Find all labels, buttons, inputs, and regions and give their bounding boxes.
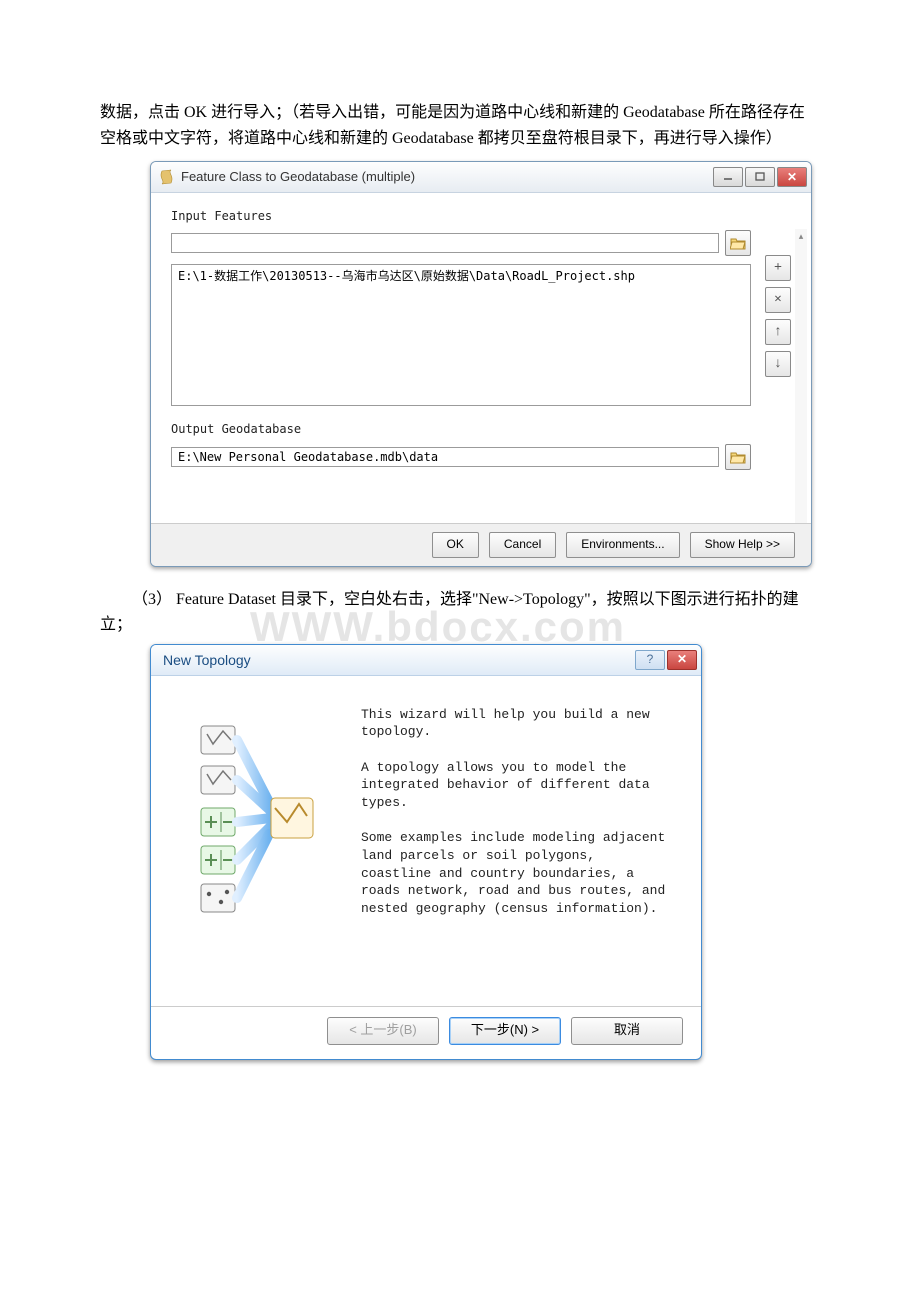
show-help-button[interactable]: Show Help >> xyxy=(690,532,795,558)
wizard-text-3: Some examples include modeling adjacent … xyxy=(361,829,671,917)
scrollbar[interactable]: ▴ xyxy=(795,229,807,525)
cancel-button[interactable]: Cancel xyxy=(489,532,556,558)
feature-class-dialog: Feature Class to Geodatabase (multiple) … xyxy=(150,161,812,566)
remove-button[interactable]: × xyxy=(765,287,791,313)
new-topology-dialog: New Topology ? ✕ xyxy=(150,644,702,1060)
add-button[interactable]: + xyxy=(765,255,791,281)
dialog1-titlebar: Feature Class to Geodatabase (multiple) … xyxy=(151,162,811,193)
move-up-button[interactable]: ↑ xyxy=(765,319,791,345)
minimize-button[interactable] xyxy=(713,167,743,187)
move-down-button[interactable]: ↓ xyxy=(765,351,791,377)
close-button[interactable]: ✕ xyxy=(667,650,697,670)
doc-paragraph-1: 数据，点击 OK 进行导入；（若导入出错，可能是因为道路中心线和新建的 Geod… xyxy=(100,100,820,151)
ok-button[interactable]: OK xyxy=(432,532,479,558)
dialog2-title: New Topology xyxy=(163,649,251,671)
dialog1-title: Feature Class to Geodatabase (multiple) xyxy=(181,167,415,188)
app-icon xyxy=(159,169,175,185)
wizard-text-1: This wizard will help you build a new to… xyxy=(361,706,671,741)
wizard-graphic xyxy=(151,676,351,1006)
help-button[interactable]: ? xyxy=(635,650,665,670)
dialog2-titlebar: New Topology ? ✕ xyxy=(151,645,701,676)
wizard-text-2: A topology allows you to model the integ… xyxy=(361,759,671,812)
output-geodatabase-label: Output Geodatabase xyxy=(171,420,791,439)
input-features-label: Input Features xyxy=(171,207,791,226)
output-geodatabase-field[interactable] xyxy=(171,447,719,467)
next-button[interactable]: 下一步(N) > xyxy=(449,1017,561,1045)
back-button: < 上一步(B) xyxy=(327,1017,439,1045)
browse-output-button[interactable] xyxy=(725,444,751,470)
maximize-button[interactable] xyxy=(745,167,775,187)
input-features-list[interactable]: E:\1-数据工作\20130513--乌海市乌达区\原始数据\Data\Roa… xyxy=(171,264,751,406)
list-item[interactable]: E:\1-数据工作\20130513--乌海市乌达区\原始数据\Data\Roa… xyxy=(172,265,750,288)
close-button[interactable]: ✕ xyxy=(777,167,807,187)
cancel-button[interactable]: 取消 xyxy=(571,1017,683,1045)
doc-paragraph-2: （3） Feature Dataset 目录下，空白处右击，选择"New->To… xyxy=(100,587,820,638)
environments-button[interactable]: Environments... xyxy=(566,532,679,558)
input-features-field[interactable] xyxy=(171,233,719,253)
browse-input-button[interactable] xyxy=(725,230,751,256)
